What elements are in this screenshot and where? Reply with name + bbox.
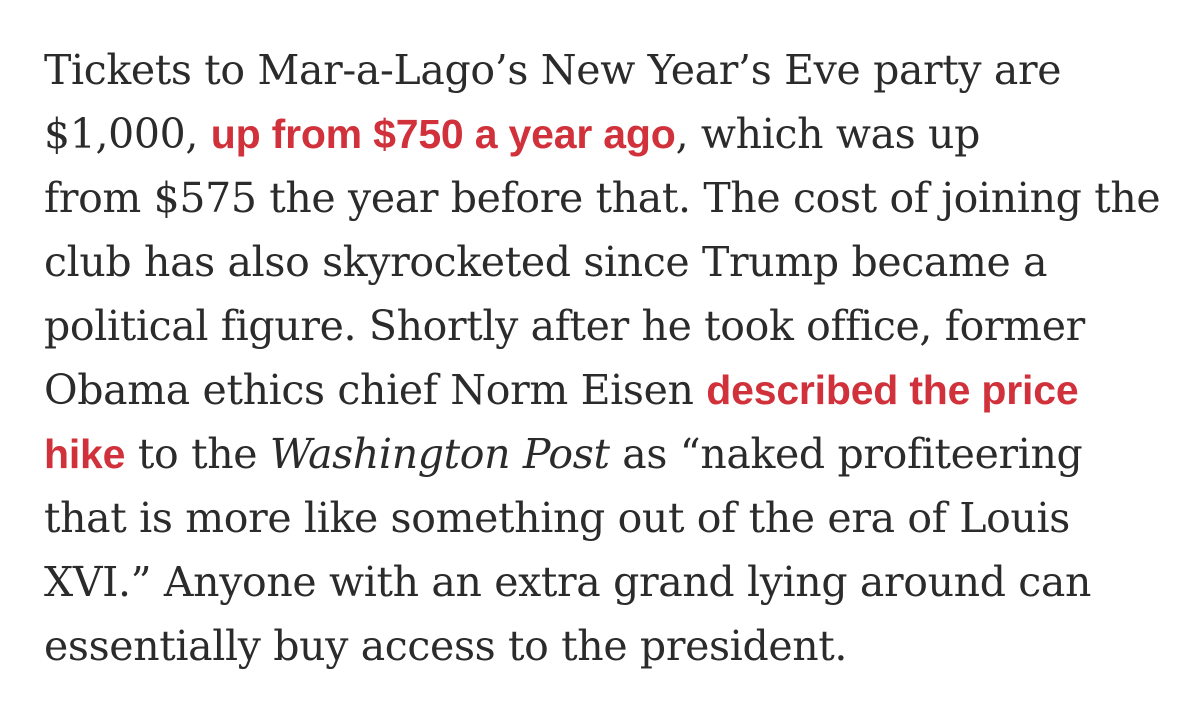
line-text: , which was up — [675, 110, 981, 158]
line-text: to the — [125, 430, 270, 478]
paragraph-line: club has also skyrocketed since Trump be… — [44, 238, 1048, 286]
paragraph-line: $1,000, up from $750 a year ago, which w… — [44, 102, 1174, 166]
link-price-up-from-750[interactable]: up from $750 a year ago — [211, 111, 676, 157]
paragraph-line: essentially buy access to the president. — [44, 622, 848, 670]
paragraph-line: hike to the Washington Post as “naked pr… — [44, 422, 1174, 486]
paragraph-line: Tickets to Mar-a-Lago’s New Year’s Eve p… — [44, 46, 1062, 94]
line-text: $1,000, — [44, 110, 211, 158]
paragraph-line: political figure. Shortly after he took … — [44, 302, 1085, 350]
line-text: as “naked profiteering — [609, 430, 1083, 478]
paragraph-line: Obama ethics chief Norm Eisen described … — [44, 358, 1174, 422]
paragraph-line: from $575 the year before that. The cost… — [44, 174, 1161, 222]
line-text: Obama ethics chief Norm Eisen — [44, 366, 707, 414]
article-paragraph: Tickets to Mar-a-Lago’s New Year’s Eve p… — [44, 38, 1174, 678]
paragraph-line: that is more like something out of the e… — [44, 494, 1070, 542]
link-described-price-hike-continued[interactable]: hike — [44, 431, 125, 477]
paragraph-line: XVI.” Anyone with an extra grand lying a… — [44, 558, 1092, 606]
link-described-price-hike[interactable]: described the price — [706, 367, 1078, 413]
publication-name: Washington Post — [269, 430, 610, 478]
